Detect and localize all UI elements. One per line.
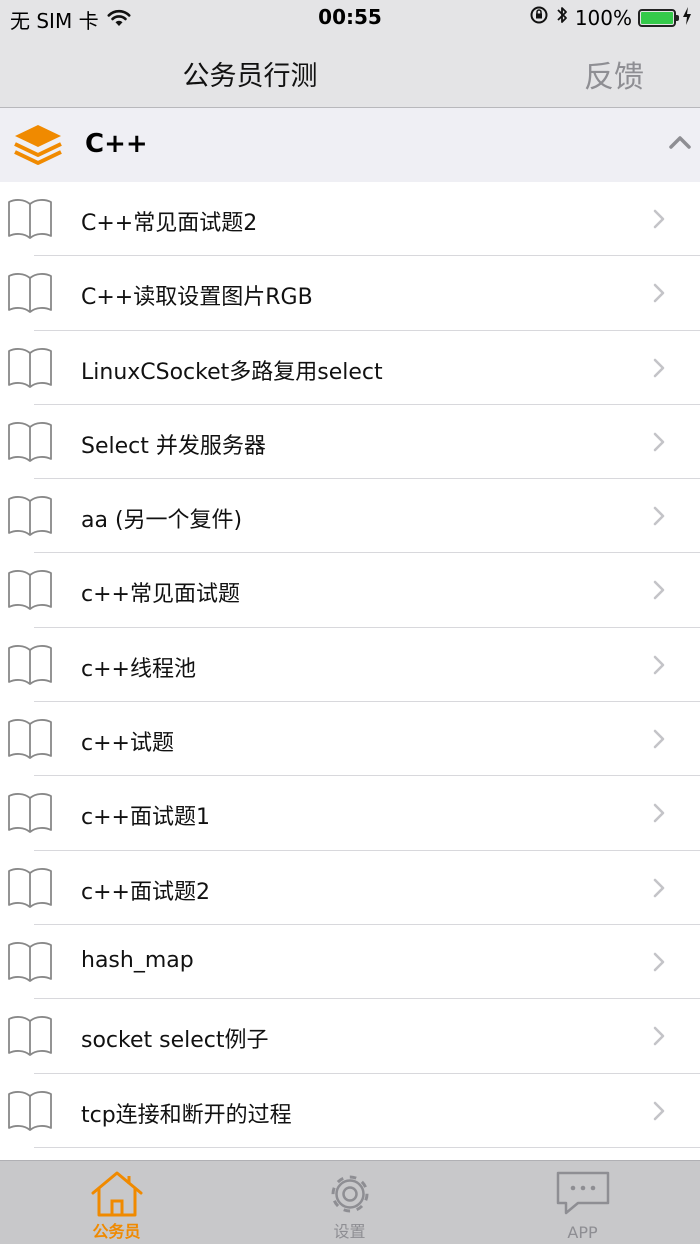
article-list: C++常见面试题2 C++读取设置图片RGB LinuxCSocket多路复用sel… [0,182,700,1160]
page-title: 公务员行测 [182,61,318,92]
list-item[interactable]: Select 并发服务器 [0,405,700,480]
status-bar: 无 SIM 卡 00:55 100% [0,0,700,34]
orientation-lock-icon [529,5,549,30]
bluetooth-icon [555,5,569,30]
chevron-right-icon [652,877,666,903]
list-item-label: LinuxCSocket多路复用select [81,359,383,385]
list-item-label: c++常见面试题 [81,582,240,608]
list-item[interactable]: aa (另一个复件) [0,479,700,554]
book-icon [6,565,54,617]
book-icon [6,714,54,766]
tab-label: 设置 [333,1222,366,1241]
book-icon [6,268,54,320]
book-icon [6,863,54,915]
chevron-right-icon [652,505,666,531]
list-item-label: C++读取设置图片RGB [81,285,313,311]
battery-icon [638,8,679,27]
book-icon [6,788,54,840]
home-icon [91,1171,142,1217]
navigation-bar: 公务员行测 反馈 [0,34,700,108]
battery-percent: 100% [574,5,632,30]
book-icon [6,937,54,989]
status-right: 100% [523,5,692,30]
book-icon [6,491,54,543]
book-icon [6,343,54,395]
list-item-label: c++面试题1 [81,805,210,831]
list-item[interactable]: c++面试题2 [0,851,700,926]
screen: 无 SIM 卡 00:55 100% 公务员行测 反馈 C++ C++常见面试题… [0,0,700,1244]
chevron-right-icon [652,282,666,308]
chevron-right-icon [652,728,666,754]
tab-bar: 公务员 设置 APP [0,1160,700,1244]
list-item-label: aa (另一个复件) [81,508,243,534]
list-item[interactable]: c++试题 [0,702,700,777]
tab-settings[interactable]: 设置 [233,1161,466,1244]
list-item[interactable]: C++常见面试题2 [0,182,700,257]
book-icon [6,194,54,246]
gear-icon [331,1175,368,1213]
chevron-up-icon[interactable] [668,134,692,154]
tab-label: APP [567,1223,598,1242]
section-header-cpp[interactable]: C++ [0,108,700,182]
list-item-label: C++常见面试题2 [81,211,258,236]
list-item[interactable]: c++线程池 [0,628,700,703]
list-item[interactable]: tcp连接和断开的过程 [0,1074,700,1149]
chevron-right-icon [652,579,666,605]
charging-icon [682,6,692,30]
list-item-label: tcp连接和断开的过程 [81,1102,292,1128]
list-item-label: c++线程池 [81,656,196,682]
book-icon [6,640,54,692]
layers-icon [12,122,64,172]
list-item-label: c++面试题2 [81,879,210,905]
tab-gongwuyuan[interactable]: 公务员 [0,1161,233,1244]
list-item-label: socket select例子 [81,1028,269,1054]
list-item[interactable]: socket select例子 [0,999,700,1074]
chat-bubble-icon [556,1171,609,1215]
book-icon [6,417,54,469]
feedback-button[interactable]: 反馈 [584,52,644,96]
chevron-right-icon [652,1025,666,1051]
list-item-label: Select 并发服务器 [81,433,266,459]
book-icon [6,1086,54,1138]
list-item[interactable]: C++读取设置图片RGB [0,256,700,331]
chevron-right-icon [652,654,666,680]
tab-app[interactable]: APP [466,1161,699,1244]
list-item[interactable]: c++常见面试题 [0,553,700,629]
list-item[interactable]: hash_map [0,925,700,1000]
book-icon [6,1011,54,1063]
list-item-label: hash_map [81,947,194,973]
list-item[interactable]: c++面试题1 [0,776,700,851]
chevron-right-icon [652,802,666,828]
chevron-right-icon [652,431,666,457]
chevron-right-icon [652,1100,666,1126]
battery-fill [641,11,673,24]
chevron-right-icon [652,951,666,977]
chevron-right-icon [652,208,666,234]
list-item-label: c++试题 [81,731,174,757]
list-item[interactable]: LinuxCSocket多路复用select [0,331,700,406]
section-title: C++ [85,129,148,159]
list-item[interactable] [0,1148,700,1160]
tab-label: 公务员 [92,1222,141,1241]
chevron-right-icon [652,357,666,383]
